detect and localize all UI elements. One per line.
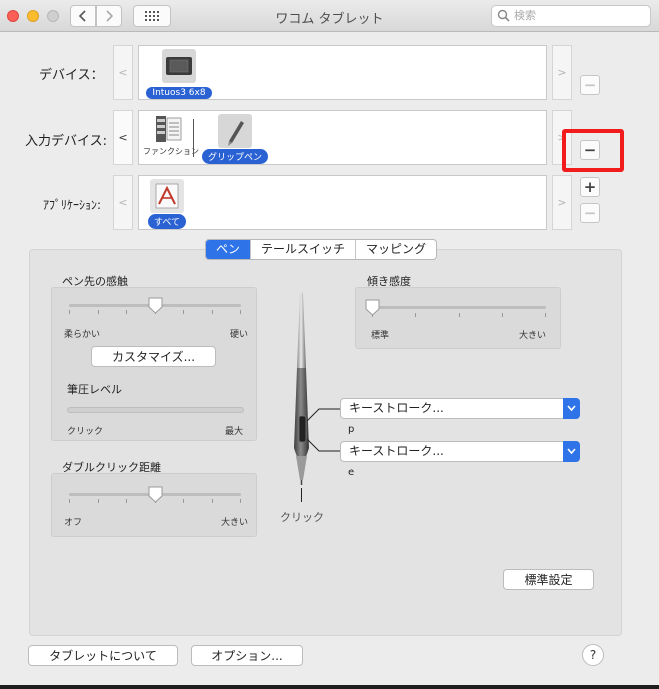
- lower-button-sub: e: [348, 467, 355, 478]
- input-device-row-label: 入力デバイス:: [25, 134, 107, 149]
- app-scroll-right[interactable]: >: [552, 175, 572, 230]
- tip-feel-slider-thumb[interactable]: [148, 297, 163, 314]
- tip-feel-min-label: 柔らかい: [64, 330, 101, 340]
- upper-button-popup[interactable]: キーストローク...: [340, 398, 580, 419]
- double-click-slider-thumb[interactable]: [148, 486, 163, 503]
- upper-button-value: キーストローク...: [349, 401, 444, 415]
- input-item-function[interactable]: ファンクション: [143, 114, 199, 157]
- application-row-label: ｱﾌﾟﾘｹｰｼｮﾝ:: [43, 198, 102, 212]
- device-scroll-right[interactable]: >: [552, 45, 572, 100]
- search-icon: [497, 9, 510, 22]
- title-bar: ワコム タブレット 検索: [0, 0, 659, 32]
- app-item-label: すべて: [147, 214, 186, 229]
- grip-pen-illustration: [294, 291, 309, 502]
- tilt-track: [372, 306, 546, 309]
- input-scroll-left[interactable]: <: [113, 110, 133, 165]
- input-device-list: ファンクション グリップペン: [138, 110, 547, 165]
- pressure-min-label: クリック: [67, 427, 104, 437]
- about-tablet-button[interactable]: タブレットについて: [28, 645, 178, 666]
- desktop-strip: [0, 685, 659, 689]
- add-application-button[interactable]: +: [580, 177, 600, 197]
- double-click-max-label: 大きい: [221, 518, 249, 528]
- app-item-all[interactable]: すべて: [143, 178, 191, 229]
- pressure-level-title: 筆圧レベル: [67, 383, 122, 396]
- device-item-intuos3[interactable]: Intuos3 6x8: [143, 48, 215, 99]
- remove-application-button[interactable]: −: [580, 203, 600, 223]
- applications-icon: [149, 178, 185, 214]
- application-list: すべて: [138, 175, 547, 230]
- express-keys-icon: [153, 114, 183, 146]
- annotation-highlight: [562, 129, 624, 172]
- pen-tip-label: クリック: [280, 511, 324, 524]
- wacom-tablet-window: ワコム タブレット 検索 デバイス： < Intuos3 6x8 > − 入力デ…: [0, 0, 659, 685]
- options-button[interactable]: オプション...: [191, 645, 303, 666]
- tip-feel-max-label: 硬い: [230, 330, 249, 340]
- tab-tail-switch[interactable]: テールスイッチ: [250, 240, 355, 259]
- tab-pen[interactable]: ペン: [206, 240, 251, 259]
- double-click-min-label: オフ: [64, 518, 83, 528]
- input-item-label: ファンクション: [143, 147, 199, 156]
- tablet-icon: [161, 48, 197, 84]
- tilt-min-label: 標準: [371, 331, 390, 341]
- tilt-slider-thumb[interactable]: [365, 299, 380, 316]
- tab-mapping[interactable]: マッピング: [355, 240, 436, 259]
- customize-button[interactable]: カスタマイズ...: [91, 346, 216, 367]
- pressure-max-label: 最大: [225, 427, 244, 437]
- remove-device-button[interactable]: −: [580, 75, 600, 95]
- search-placeholder: 検索: [514, 9, 536, 22]
- input-item-label: グリップペン: [201, 149, 268, 164]
- device-scroll-left[interactable]: <: [113, 45, 133, 100]
- tilt-max-label: 大きい: [519, 331, 547, 341]
- search-field[interactable]: 検索: [491, 5, 651, 27]
- lower-button-value: キーストローク...: [349, 444, 444, 458]
- device-item-label: Intuos3 6x8: [146, 87, 212, 99]
- item-divider: [193, 119, 194, 157]
- tab-bar: ペン テールスイッチ マッピング: [205, 239, 438, 260]
- popup-chevron-icon: [563, 441, 580, 462]
- device-row-label: デバイス：: [39, 68, 104, 83]
- device-list: Intuos3 6x8: [138, 45, 547, 100]
- upper-button-sub: p: [348, 424, 355, 435]
- popup-chevron-icon: [563, 398, 580, 419]
- input-item-grip-pen[interactable]: グリップペン: [199, 113, 271, 164]
- pressure-level-bar: [67, 407, 244, 413]
- pen-icon: [217, 113, 253, 149]
- app-scroll-left[interactable]: <: [113, 175, 133, 230]
- defaults-button[interactable]: 標準設定: [503, 569, 594, 590]
- lower-button-popup[interactable]: キーストローク...: [340, 441, 580, 462]
- pen-button-callout-lines: [306, 408, 341, 452]
- help-button[interactable]: ?: [582, 644, 604, 666]
